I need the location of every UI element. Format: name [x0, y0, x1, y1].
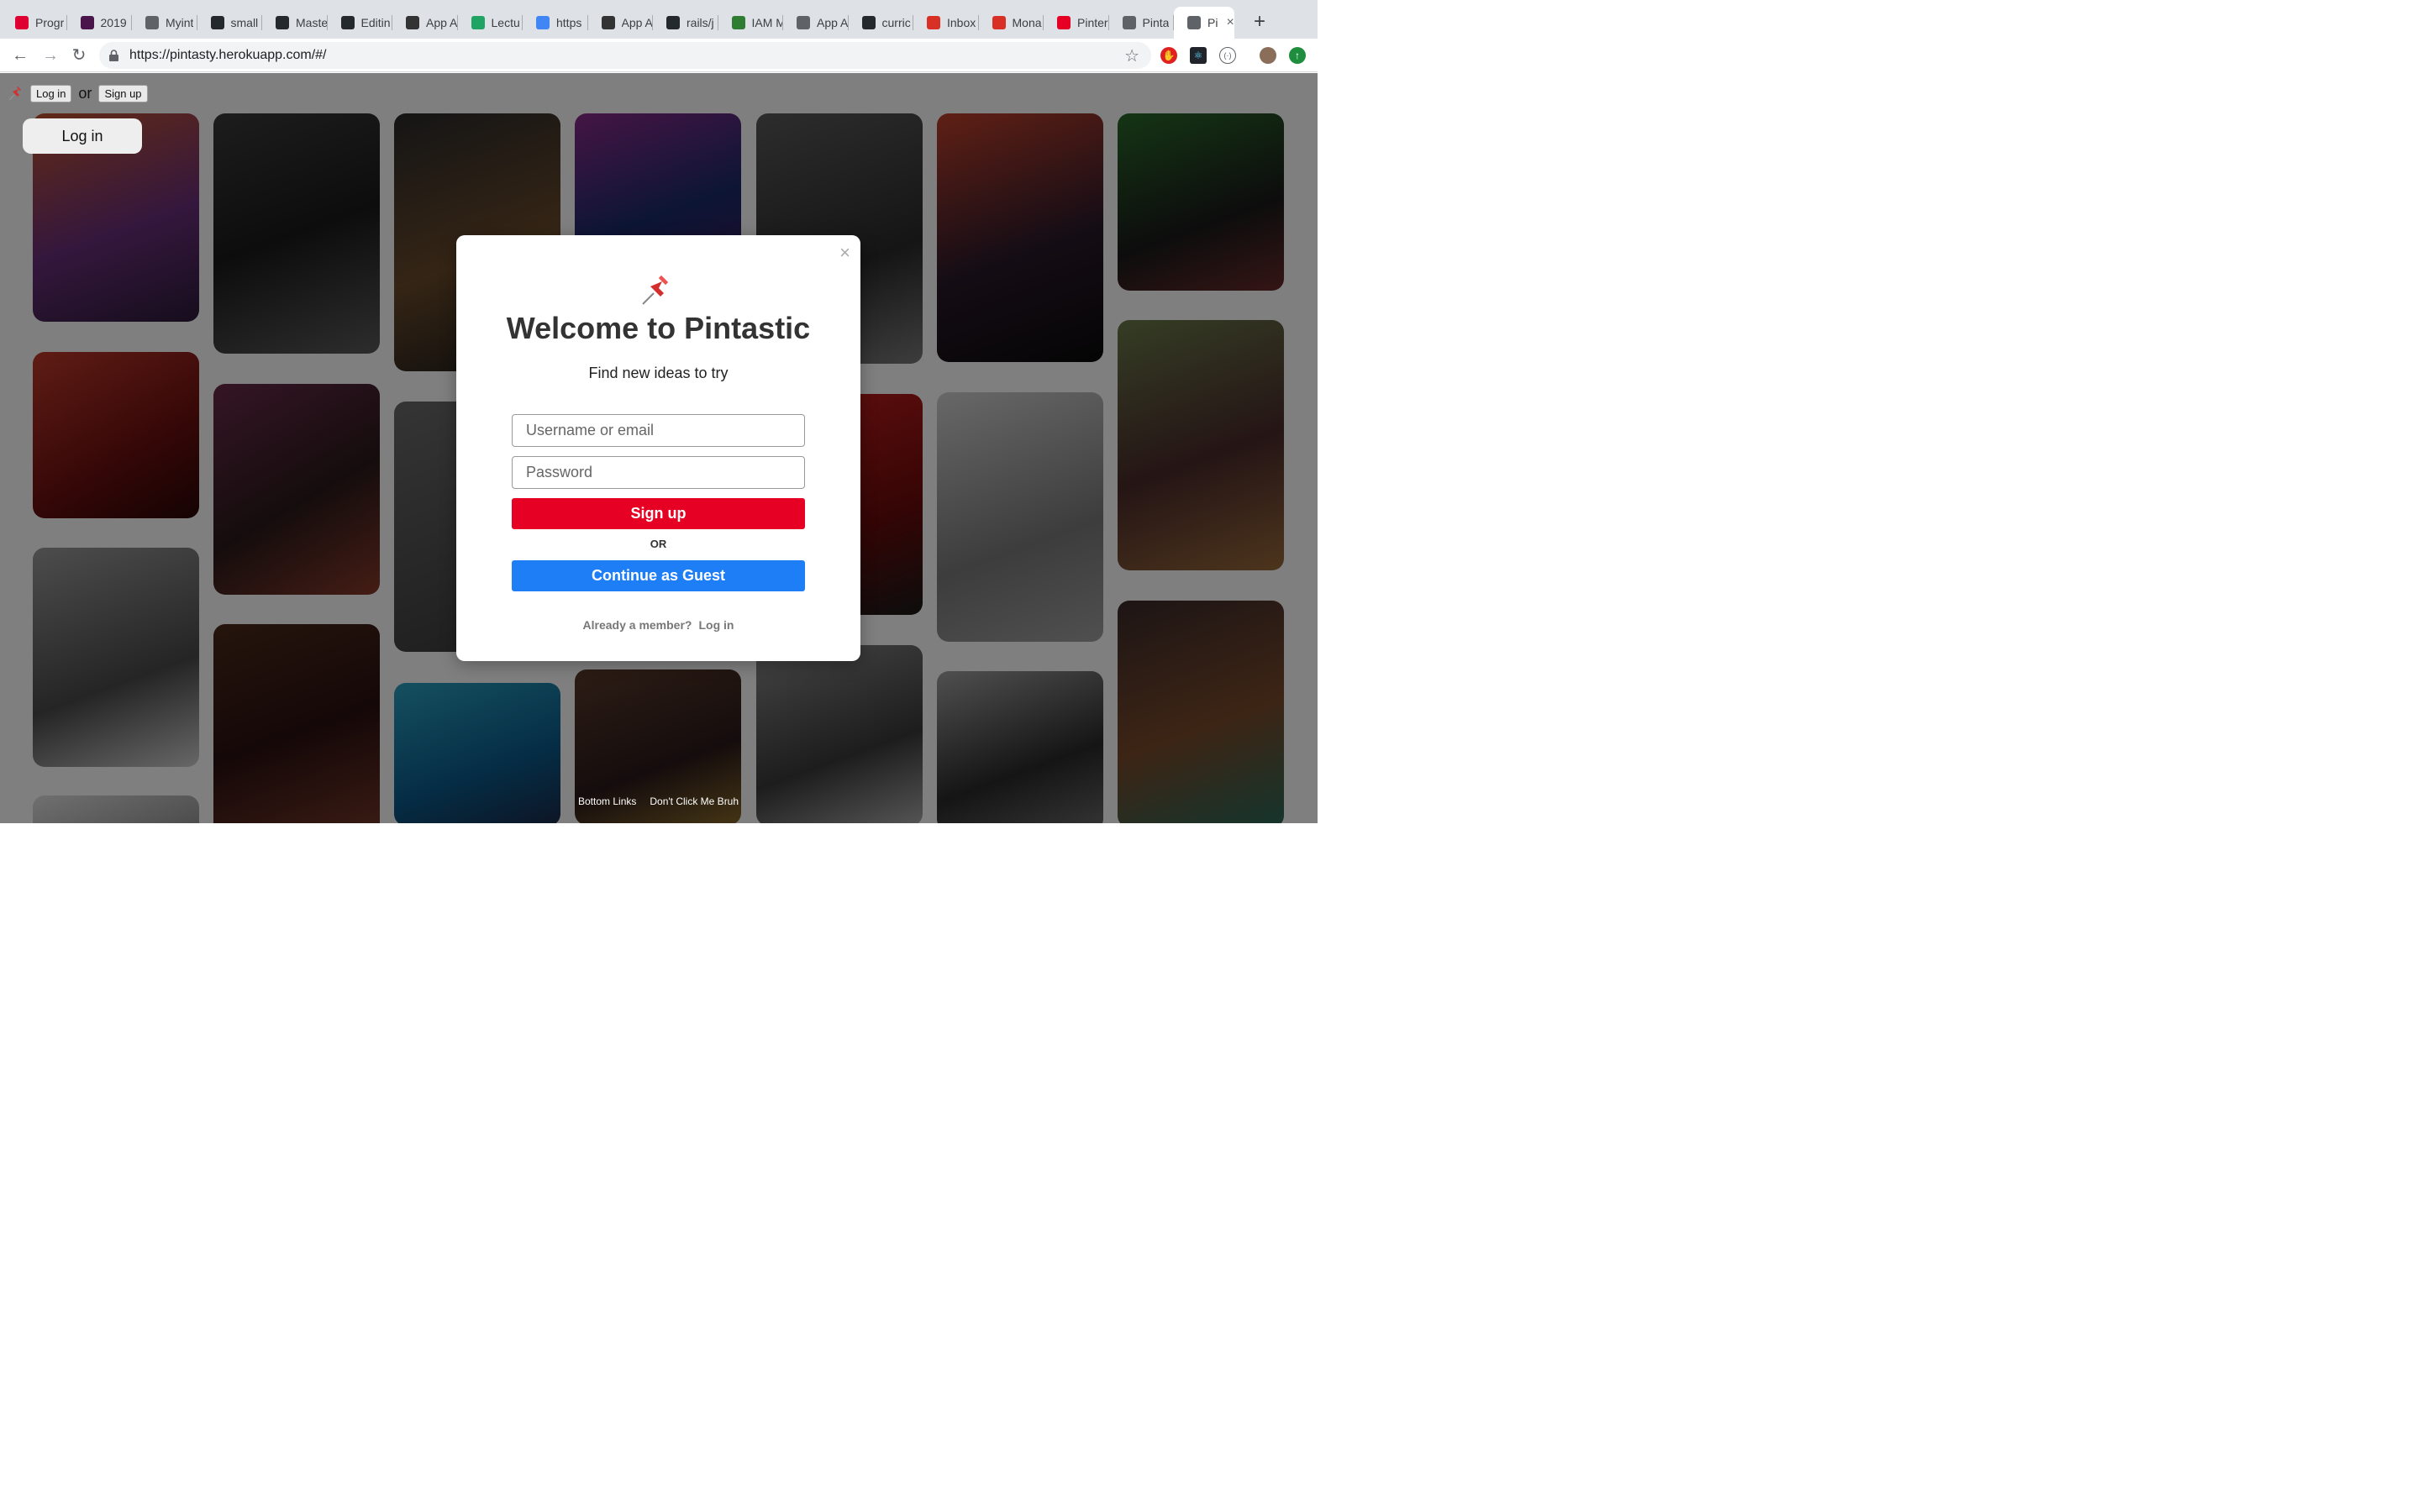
or-separator: OR	[650, 538, 667, 550]
browser-tab[interactable]: Mona	[979, 7, 1044, 39]
login-link[interactable]: Log in	[698, 618, 734, 632]
tab-label: Lectu	[491, 16, 520, 29]
tab-label: Myint	[166, 16, 194, 29]
github-icon	[276, 16, 289, 29]
browser-tab[interactable]: Inbox	[913, 7, 979, 39]
browser-tab[interactable]: rails/j	[653, 7, 718, 39]
nav-or-text: or	[78, 85, 92, 102]
tab-label: 2019	[100, 16, 127, 29]
doc-icon	[797, 16, 810, 29]
browser-tab[interactable]: Maste	[262, 7, 328, 39]
browser-toolbar: ← → ↻ https://pintasty.herokuapp.com/#/ …	[0, 39, 1318, 72]
member-line: Already a member? Log in	[456, 618, 860, 632]
github-icon	[210, 16, 224, 29]
browser-tab[interactable]: https	[523, 7, 588, 39]
bookmark-star-icon[interactable]: ☆	[1124, 45, 1139, 66]
gmail-icon	[927, 16, 940, 29]
url-text: https://pintasty.herokuapp.com/#/	[129, 48, 327, 62]
back-button[interactable]: ←	[8, 44, 32, 67]
browser-tab[interactable]: Lectu	[458, 7, 523, 39]
pushpin-logo-icon[interactable]	[7, 86, 24, 102]
member-text: Already a member?	[582, 618, 692, 632]
browser-tab[interactable]: App A	[783, 7, 849, 39]
tab-close-icon[interactable]: ×	[1226, 15, 1234, 30]
browser-tab[interactable]: Pinter	[1044, 7, 1109, 39]
doc-icon	[145, 16, 159, 29]
tab-label: App A	[621, 16, 653, 29]
reload-button[interactable]: ↻	[67, 44, 91, 67]
tab-label: small	[230, 16, 259, 29]
bottom-links: Bottom Links Don't Click Me Bruh	[578, 795, 739, 807]
lock-icon	[109, 50, 118, 61]
doc-icon	[1122, 16, 1136, 29]
appacademy-icon	[406, 16, 419, 29]
tab-label: https	[556, 16, 582, 29]
update-icon[interactable]: ↑	[1289, 47, 1306, 64]
pushpin-logo-icon	[642, 276, 668, 305]
browser-tab[interactable]: 2019	[67, 7, 133, 39]
drive-icon	[471, 16, 485, 29]
doc-icon	[1187, 16, 1201, 29]
browser-tab[interactable]: Progr	[2, 7, 67, 39]
profile-avatar[interactable]	[1260, 47, 1276, 64]
browser-tab[interactable]: App A	[392, 7, 458, 39]
new-tab-button[interactable]: +	[1249, 10, 1270, 34]
tab-label: Editin	[360, 16, 391, 29]
close-icon[interactable]: ×	[839, 242, 850, 264]
tab-label: Mona	[1012, 16, 1042, 29]
browser-tab[interactable]: IAM M	[718, 7, 784, 39]
browser-tab[interactable]: Editin	[328, 7, 393, 39]
browser-tab-strip: + Progr 2019 Myint small Maste Editin App A Lec…	[0, 0, 1318, 39]
calendar-icon	[536, 16, 550, 29]
tab-label: App A	[817, 16, 849, 29]
modal-subtitle: Find new ideas to try	[588, 365, 729, 381]
tab-label: Progr	[35, 16, 65, 29]
tab-label: Inbox	[947, 16, 976, 29]
browser-tab[interactable]: Myint	[132, 7, 197, 39]
appacademy-icon	[601, 16, 615, 29]
tab-label: Pi	[1207, 16, 1218, 29]
browser-tab[interactable]: Pinta	[1109, 7, 1175, 39]
forward-button[interactable]: →	[39, 44, 62, 67]
browser-tab[interactable]: small	[197, 7, 263, 39]
github-icon	[666, 16, 680, 29]
github-icon	[861, 16, 876, 29]
slack-icon	[80, 16, 94, 29]
tab-label: App A	[426, 16, 458, 29]
address-bar[interactable]: https://pintasty.herokuapp.com/#/ ☆	[99, 42, 1151, 69]
extension-icon[interactable]: (·)	[1219, 47, 1236, 64]
react-devtools-icon[interactable]: ⚛	[1190, 47, 1207, 64]
key-icon	[731, 16, 745, 29]
welcome-modal: × Welcome to Pintastic Find new ideas to…	[456, 235, 860, 661]
angular-icon	[15, 16, 29, 29]
bottom-link-1[interactable]: Bottom Links	[578, 795, 636, 807]
username-input[interactable]	[512, 414, 805, 447]
tab-label: Pinter	[1077, 16, 1108, 29]
gmail-icon	[992, 16, 1006, 29]
nav-signup-button[interactable]: Sign up	[98, 85, 148, 102]
modal-title: Welcome to Pintastic	[506, 311, 811, 345]
login-button[interactable]: Log in	[23, 118, 142, 154]
nav-login-button[interactable]: Log in	[30, 85, 72, 102]
tab-label: IAM M	[751, 16, 784, 29]
browser-tab[interactable]: App A	[588, 7, 654, 39]
password-input[interactable]	[512, 456, 805, 489]
tab-label: rails/j	[687, 16, 714, 29]
tab-label: curric	[881, 16, 911, 29]
signup-button[interactable]: Sign up	[512, 498, 805, 529]
browser-tab[interactable]: Pi ×	[1174, 7, 1234, 39]
github-icon	[340, 16, 355, 29]
tab-label: Pinta	[1142, 16, 1170, 29]
adblock-icon[interactable]: ✋	[1160, 47, 1177, 64]
bottom-link-2[interactable]: Don't Click Me Bruh	[650, 795, 739, 807]
pinterest-icon	[1057, 16, 1071, 29]
guest-button[interactable]: Continue as Guest	[512, 560, 805, 591]
tab-label: Maste	[296, 16, 328, 29]
pinterest-page: Log in or Sign up Log in Bottom Links Do…	[0, 73, 1318, 823]
browser-tab[interactable]: curric	[849, 7, 914, 39]
top-nav: Log in or Sign up	[7, 85, 148, 102]
